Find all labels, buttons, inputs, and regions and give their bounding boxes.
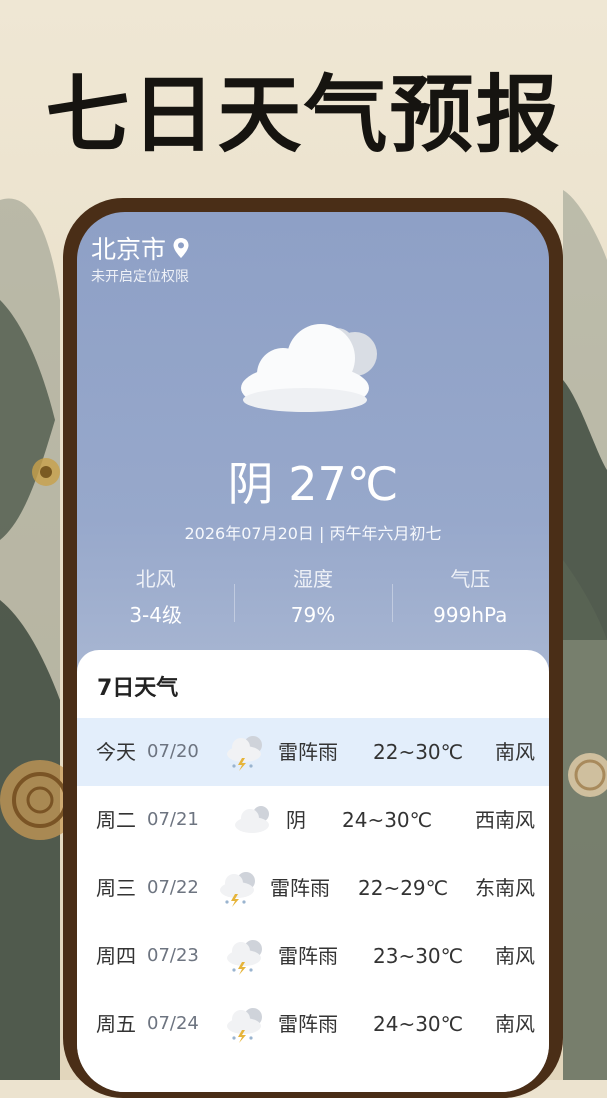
stat-label: 北风 [135, 567, 176, 591]
stat-value: 79% [290, 603, 336, 627]
phone-screen: 北京市 未开启定位权限 阴 27℃ 2026年07月20日 | 丙午年六月初七 … [77, 212, 549, 1092]
forecast-day: 周五 [96, 1012, 136, 1036]
current-stats: 北风 3-4级 湿度 79% 气压 999hPa [77, 564, 549, 630]
forecast-desc: 雷阵雨 [270, 876, 330, 900]
forecast-card: 7日天气 今天 07/20 雷阵雨 22~30℃ 南风 周二 07/21 阴 2… [77, 650, 549, 1092]
forecast-date: 07/24 [147, 1013, 199, 1034]
forecast-title: 7日天气 [97, 676, 179, 701]
forecast-desc: 阴 [286, 808, 306, 832]
forecast-day: 周二 [96, 808, 136, 832]
forecast-desc: 雷阵雨 [278, 944, 338, 968]
city-name[interactable]: 北京市 [91, 230, 166, 266]
forecast-row[interactable]: 周四 07/23 雷阵雨 23~30℃ 南风 [77, 922, 549, 990]
forecast-row[interactable]: 周二 07/21 阴 24~30℃ 西南风 [77, 786, 549, 854]
forecast-desc: 雷阵雨 [278, 1012, 338, 1036]
stat-pressure: 气压 999hPa [391, 564, 549, 630]
location-pin-icon[interactable] [172, 237, 190, 259]
forecast-date: 07/20 [147, 741, 199, 762]
cloudy-icon [235, 806, 269, 833]
location-row[interactable]: 北京市 [91, 230, 190, 266]
current-temperature: 27℃ [288, 457, 399, 511]
forecast-day: 周四 [96, 944, 136, 968]
page-headline: 七日天气预报 [45, 66, 562, 164]
thunderstorm-icon [220, 872, 255, 907]
thunderstorm-icon [227, 1008, 262, 1043]
forecast-range: 24~30℃ [342, 808, 433, 832]
forecast-wind: 东南风 [475, 876, 535, 900]
current-condition-temp: 阴 27℃ [77, 448, 549, 514]
forecast-range: 22~29℃ [358, 876, 449, 900]
forecast-wind: 南风 [495, 944, 535, 968]
stat-value: 999hPa [433, 603, 508, 627]
forecast-wind: 南风 [495, 1012, 535, 1036]
forecast-day: 周三 [96, 876, 136, 900]
forecast-date: 07/23 [147, 945, 199, 966]
cloudy-icon [241, 324, 377, 412]
forecast-range: 24~30℃ [373, 1012, 464, 1036]
stat-value: 3-4级 [129, 603, 182, 627]
forecast-date: 07/22 [147, 877, 199, 898]
forecast-wind: 南风 [495, 740, 535, 764]
stat-wind: 北风 3-4级 [77, 564, 234, 630]
current-date: 2026年07月20日 | 丙午年六月初七 [184, 524, 442, 543]
stat-humidity: 湿度 79% [234, 564, 391, 630]
forecast-range: 23~30℃ [373, 944, 464, 968]
forecast-wind: 西南风 [475, 808, 535, 832]
forecast-row[interactable]: 周三 07/22 雷阵雨 22~29℃ 东南风 [77, 854, 549, 922]
thunderstorm-icon [227, 940, 262, 975]
forecast-desc: 雷阵雨 [278, 740, 338, 764]
location-permission-note[interactable]: 未开启定位权限 [91, 266, 189, 286]
forecast-date: 07/21 [147, 809, 199, 830]
stat-label: 气压 [450, 567, 491, 591]
forecast-row[interactable]: 周五 07/24 雷阵雨 24~30℃ 南风 [77, 990, 549, 1058]
forecast-day: 今天 [96, 740, 136, 764]
forecast-row-today[interactable]: 今天 07/20 雷阵雨 22~30℃ 南风 [77, 718, 549, 786]
stat-label: 湿度 [292, 567, 333, 591]
thunderstorm-icon [227, 736, 262, 771]
current-condition: 阴 [227, 457, 274, 511]
forecast-range: 22~30℃ [373, 740, 464, 764]
